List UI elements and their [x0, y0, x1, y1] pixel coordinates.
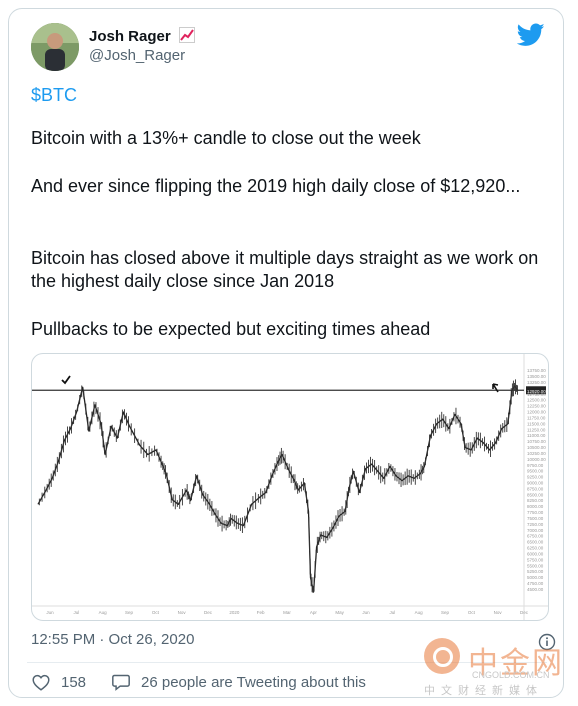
like-button[interactable]: 158 [31, 673, 86, 691]
price-tick-label: 11750.00 [527, 415, 546, 420]
price-tick-label: 10250.00 [527, 451, 546, 456]
month-tick-label: Oct [152, 610, 160, 615]
tweet-timestamp[interactable]: 12:55 PM · Oct 26, 2020 [31, 631, 194, 648]
price-tick-label: 12750.00 [527, 392, 546, 397]
price-tick-label: 12500.00 [527, 398, 546, 403]
price-tick-label: 6250.00 [527, 546, 544, 551]
price-tick-label: 8500.00 [527, 492, 544, 497]
price-tick-label: 4750.00 [527, 581, 544, 586]
price-tick-label: 10750.00 [527, 439, 546, 444]
month-tick-label: Jun [362, 610, 370, 615]
author-handle[interactable]: @Josh_Rager [89, 47, 185, 64]
price-tick-label: 13250.00 [527, 380, 546, 385]
tweeting-about-text: 26 people are Tweeting about this [141, 673, 366, 691]
month-tick-label: Nov [178, 610, 187, 615]
price-tick-label: 8750.00 [527, 486, 544, 491]
tweet-paragraph: Bitcoin has closed above it multiple day… [31, 248, 539, 291]
price-tick-label: 7750.00 [527, 510, 544, 515]
month-tick-label: Dec [204, 610, 213, 615]
month-tick-label: Jun [46, 610, 54, 615]
chart-trend-icon [178, 27, 195, 47]
price-tick-label: 9000.00 [527, 481, 544, 486]
watermark-subtitle: 中文财经新媒体 [424, 685, 543, 697]
price-tick-label: 9750.00 [527, 463, 544, 468]
price-tick-label: 6500.00 [527, 540, 544, 545]
price-tick-label: 11500.00 [527, 421, 546, 426]
watermark-url: CNGOLD.COM.CN [472, 670, 550, 680]
price-tick-label: 10000.00 [527, 457, 546, 462]
price-tick-label: 5250.00 [527, 569, 544, 574]
price-tick-label: 10500.00 [527, 445, 546, 450]
twitter-bird-icon[interactable] [516, 23, 545, 47]
month-tick-label: Jul [73, 610, 79, 615]
tweet-paragraph: Pullbacks to be expected but exciting ti… [31, 319, 431, 339]
month-tick-label: Sep [125, 610, 134, 615]
watermark: 中金网 CNGOLD.COM.CN 中文财经新媒体 [418, 636, 568, 698]
price-tick-label: 8250.00 [527, 498, 544, 503]
price-tick-label: 5750.00 [527, 557, 544, 562]
month-tick-label: Jul [389, 610, 395, 615]
author-name[interactable]: Josh Rager [89, 27, 195, 47]
month-tick-label: Nov [494, 610, 503, 615]
price-tick-label: 4500.00 [527, 587, 544, 592]
chart-svg: 13750.0013500.0013250.0013000.0012920.00… [32, 354, 548, 620]
price-tick-label: 5500.00 [527, 563, 544, 568]
month-tick-label: Aug [99, 610, 108, 615]
price-tick-label: 11000.00 [527, 433, 546, 438]
price-tick-label: 9500.00 [527, 469, 544, 474]
tweeting-about-link[interactable]: 26 people are Tweeting about this [111, 673, 366, 691]
price-tick-label: 6000.00 [527, 551, 544, 556]
price-tick-label: 12000.00 [527, 410, 546, 415]
price-tick-label: 12250.00 [527, 404, 546, 409]
price-tick-label: 11250.00 [527, 427, 546, 432]
month-tick-label: May [335, 610, 344, 615]
avatar[interactable] [31, 23, 79, 71]
price-tick-label: 7250.00 [527, 522, 544, 527]
cngold-logo-icon [424, 638, 460, 674]
tweet-paragraph: Bitcoin with a 13%+ candle to close out … [31, 128, 421, 148]
price-tick-label: 13750.00 [527, 368, 546, 373]
like-count: 158 [61, 673, 87, 691]
month-tick-label: Dec [520, 610, 529, 615]
price-tick-label: 8000.00 [527, 504, 544, 509]
checkmark-marker [61, 375, 71, 385]
month-tick-label: Sep [441, 610, 450, 615]
month-tick-label: Oct [468, 610, 476, 615]
price-tick-label: 9250.00 [527, 475, 544, 480]
month-tick-label: 2020 [229, 610, 240, 615]
month-tick-label: Aug [415, 610, 424, 615]
month-tick-label: Mar [283, 610, 291, 615]
btc-price-chart[interactable]: 13750.0013500.0013250.0013000.0012920.00… [31, 353, 549, 621]
speech-bubble-icon [112, 674, 130, 691]
tweet-card: Josh Rager @Josh_Rager $BTC Bitcoin with… [8, 8, 564, 698]
month-tick-label: Feb [257, 610, 265, 615]
price-tick-label: 7000.00 [527, 528, 544, 533]
price-tick-label: 7500.00 [527, 516, 544, 521]
price-tick-label: 5000.00 [527, 575, 544, 580]
tweet-paragraph: And ever since flipping the 2019 high da… [31, 176, 521, 196]
heart-icon [32, 674, 50, 691]
price-tick-label: 13500.00 [527, 374, 546, 379]
cashtag-link[interactable]: $BTC [31, 85, 77, 106]
month-tick-label: Apr [310, 610, 318, 615]
price-tick-label: 6750.00 [527, 534, 544, 539]
